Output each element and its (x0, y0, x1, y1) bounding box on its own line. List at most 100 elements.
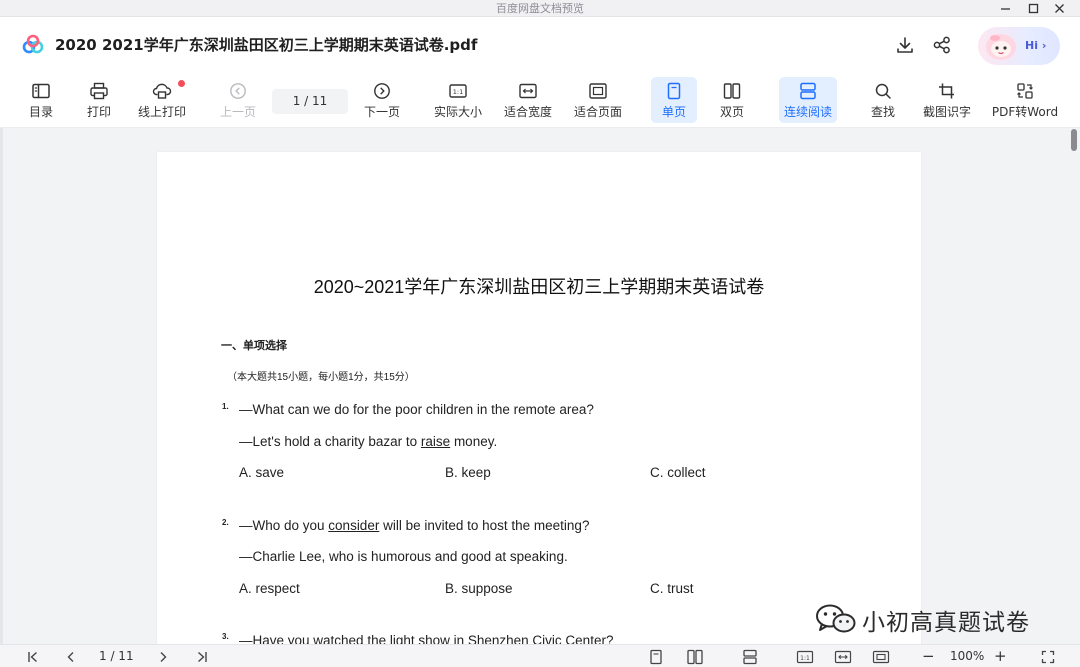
zoom-in-button[interactable]: + (994, 647, 1007, 666)
double-page-label: 双页 (719, 105, 744, 119)
double-page-icon (723, 83, 741, 99)
close-icon (1054, 4, 1064, 13)
vertical-scrollbar[interactable] (1068, 128, 1080, 644)
bottom-bar: 1 / 11 1:1 − 100% + (0, 644, 1080, 667)
svg-text:1:1: 1:1 (453, 88, 463, 96)
screenshot-ocr-label: 截图识字 (922, 105, 971, 119)
notification-dot (178, 80, 185, 87)
question-line: —Have you watched the light show in Shen… (239, 633, 614, 644)
bottom-next-page-button[interactable] (154, 647, 172, 666)
find-label: 查找 (870, 105, 895, 119)
bottom-page-indicator[interactable]: 1 / 11 (99, 647, 134, 666)
question-line: —Charlie Lee, who is humorous and good a… (239, 549, 568, 564)
first-page-icon (28, 651, 37, 662)
option: C. collect (650, 465, 706, 480)
download-button[interactable] (893, 33, 917, 57)
pdf-page: 2020~2021学年广东深圳盐田区初三上学期期末英语试卷 一、单项选择 （本大… (157, 152, 921, 644)
question-number: 1. (222, 402, 229, 411)
fit-width-label: 适合宽度 (503, 105, 552, 119)
window-title: 百度网盘文档预览 (496, 2, 584, 15)
bottom-fit-width-button[interactable] (833, 647, 853, 666)
chevron-right-icon (160, 651, 167, 662)
assistant-hi-label: Hi › (1025, 39, 1047, 52)
section-heading: 一、单项选择 (221, 340, 287, 352)
catalog-button[interactable]: 目录 (24, 77, 58, 123)
wechat-icon (816, 604, 856, 633)
section-note: （本大题共15小题，每小题1分，共15分） (227, 372, 415, 383)
maximize-button[interactable] (1020, 0, 1046, 17)
window-titlebar: 百度网盘文档预览 (0, 0, 1080, 17)
next-page-button[interactable]: 下一页 (363, 77, 401, 123)
fit-page-button[interactable]: 适合页面 (572, 77, 624, 123)
catalog-icon (32, 83, 50, 99)
close-button[interactable] (1046, 0, 1072, 17)
bottom-double-page-button[interactable] (684, 647, 706, 666)
prev-page-label: 上一页 (219, 105, 256, 119)
page-number-input[interactable]: 1 / 11 (272, 89, 348, 114)
bottom-single-page-button[interactable] (647, 647, 665, 666)
fullscreen-icon (1041, 650, 1055, 663)
question-line: —Let's hold a charity bazar to raise mon… (239, 434, 498, 449)
catalog-label: 目录 (28, 105, 53, 119)
zoom-out-button[interactable]: − (922, 647, 935, 666)
assistant-hi-button[interactable]: Hi › (978, 27, 1060, 65)
printer-icon (90, 82, 108, 100)
question-number: 3. (222, 632, 229, 641)
screenshot-ocr-button[interactable]: 截图识字 (921, 77, 973, 123)
underlined-word: consider (328, 518, 380, 533)
option: A. respect (239, 581, 300, 596)
bottom-actual-size-button[interactable]: 1:1 (795, 647, 815, 666)
maximize-icon (1028, 3, 1038, 14)
pdf-to-word-label: PDF转Word (991, 105, 1059, 119)
first-page-button[interactable] (24, 647, 42, 666)
scrollbar-thumb[interactable] (1071, 129, 1077, 151)
single-page-button[interactable]: 单页 (651, 77, 697, 123)
viewer-toolbar: 目录 打印 线上打印 上一页 1 / 11 下一页 1:1 实际大小 适合宽度 … (0, 73, 1080, 128)
last-page-icon (198, 651, 207, 662)
exam-title: 2020~2021学年广东深圳盐田区初三上学期期末英语试卷 (313, 277, 765, 297)
convert-icon (1017, 83, 1033, 99)
prev-page-button[interactable]: 上一页 (219, 77, 257, 123)
double-page-button[interactable]: 双页 (714, 77, 750, 123)
bottom-fit-page-button[interactable] (871, 647, 891, 666)
question-line: —What can we do for the poor children in… (239, 402, 594, 417)
cloud-print-icon (152, 83, 172, 99)
fit-page-icon (872, 650, 890, 663)
pdf-to-word-button[interactable]: PDF转Word (991, 77, 1059, 123)
continuous-read-icon (800, 82, 816, 100)
option: B. suppose (445, 581, 513, 596)
bottom-continuous-button[interactable] (740, 647, 760, 666)
svg-text:1:1: 1:1 (800, 654, 810, 661)
continuous-read-label: 连续阅读 (783, 105, 832, 119)
document-title: 2020 2021学年广东深圳盐田区初三上学期期末英语试卷.pdf (55, 36, 478, 54)
continuous-read-button[interactable]: 连续阅读 (779, 77, 837, 123)
assistant-avatar-icon (986, 34, 1016, 60)
fullscreen-button[interactable] (1039, 647, 1057, 666)
continuous-read-icon (743, 649, 757, 664)
last-page-button[interactable] (193, 647, 211, 666)
underlined-word: raise (420, 434, 451, 449)
share-button[interactable] (930, 33, 954, 57)
crop-icon (939, 83, 954, 99)
document-header: 2020 2021学年广东深圳盐田区初三上学期期末英语试卷.pdf Hi › (0, 17, 1080, 73)
single-page-label: 单页 (661, 105, 686, 119)
baidu-netdisk-logo-icon (22, 34, 44, 54)
find-button[interactable]: 查找 (866, 77, 900, 123)
chevron-left-icon (67, 651, 74, 662)
document-viewer[interactable]: 2020~2021学年广东深圳盐田区初三上学期期末英语试卷 一、单项选择 （本大… (0, 128, 1080, 644)
zoom-level: 100% (950, 649, 985, 663)
fit-page-icon (589, 83, 607, 99)
fit-page-label: 适合页面 (573, 105, 622, 119)
search-icon (875, 83, 891, 99)
actual-size-button[interactable]: 1:1 实际大小 (432, 77, 484, 123)
single-page-icon (667, 82, 681, 100)
viewer-left-edge (0, 128, 3, 644)
print-button[interactable]: 打印 (82, 77, 116, 123)
fit-width-button[interactable]: 适合宽度 (502, 77, 554, 123)
bottom-prev-page-button[interactable] (62, 647, 80, 666)
actual-size-icon: 1:1 (449, 84, 467, 98)
download-icon (897, 37, 913, 53)
next-page-label: 下一页 (363, 105, 400, 119)
fit-width-icon (834, 650, 852, 663)
minimize-button[interactable] (992, 0, 1018, 17)
